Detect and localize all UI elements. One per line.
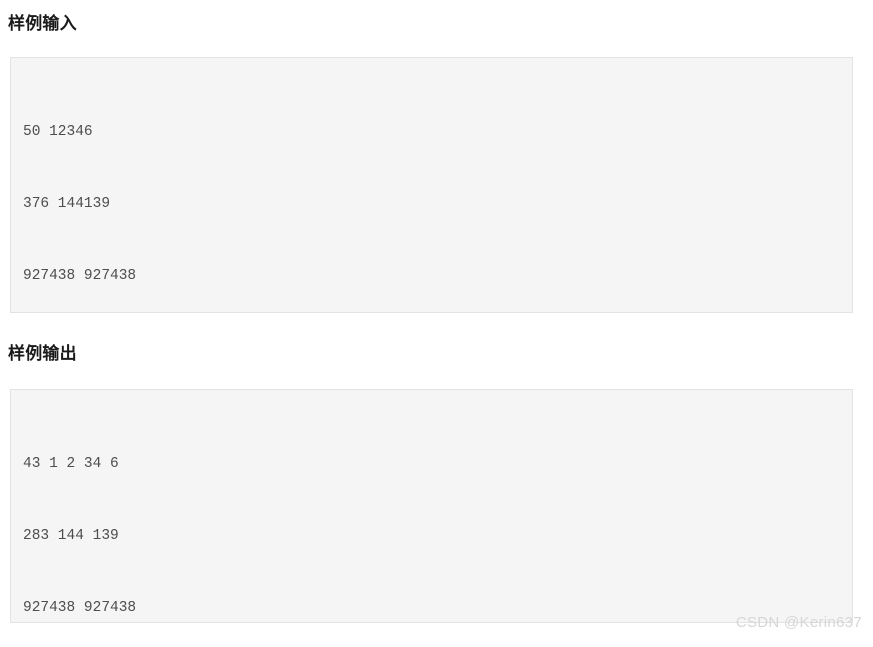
- csdn-watermark: CSDN @Kerin637: [735, 614, 862, 631]
- code-line: 927438 927438: [23, 600, 137, 616]
- code-line: 376 144139: [23, 196, 111, 212]
- sample-input-code-block: 50 12346 376 144139 927438 927438 18 331…: [10, 57, 853, 313]
- code-line: 43 1 2 34 6: [23, 456, 119, 472]
- sample-output-heading: 样例输出: [8, 344, 77, 363]
- code-line: 283 144 139: [23, 528, 119, 544]
- document-page: 样例输入 50 12346 376 144139 927438 927438 1…: [0, 0, 873, 647]
- code-line: 50 12346: [23, 124, 93, 140]
- sample-input-heading: 样例输入: [8, 14, 77, 33]
- sample-output-code-block: 43 1 2 34 6 283 144 139 927438 927438 18…: [10, 389, 853, 623]
- code-line: 927438 927438: [23, 268, 137, 284]
